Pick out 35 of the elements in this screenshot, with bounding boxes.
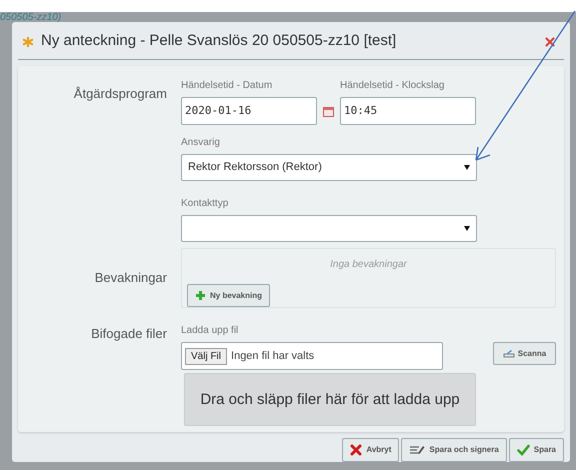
field-label: Kontakttyp: [181, 197, 230, 211]
pen-icon: [409, 444, 426, 456]
field-label: Ladda upp fil: [181, 324, 240, 338]
date-field[interactable]: 2020-01-16: [181, 97, 317, 125]
calendar-icon[interactable]: [323, 106, 334, 116]
file-input-field[interactable]: Välj Fil Ingen fil har valts: [181, 342, 443, 370]
field-label: Händelsetid - Klockslag: [340, 79, 446, 93]
drop-zone[interactable]: Dra och släpp filer här för att ladda upp: [184, 373, 476, 426]
dialog-title: Ny anteckning - Pelle Svanslös 20 050505-zz10 [test]: [41, 31, 396, 52]
checkmark-icon: [516, 444, 530, 456]
section-label: Bevakningar: [94, 269, 167, 288]
add-watch-button[interactable]: Ny bevakning: [187, 284, 270, 307]
background-text: 050505-zz10): [0, 12, 62, 24]
no-file-text: Ingen fil har valts: [231, 348, 314, 364]
footer-button[interactable]: Avbryt: [342, 438, 400, 462]
close-button[interactable]: [543, 34, 557, 48]
footer-button[interactable]: Spara: [508, 438, 564, 462]
snowflake-icon: [23, 36, 33, 46]
field-label: Händelsetid - Datum: [181, 79, 274, 93]
scan-button[interactable]: Scanna: [493, 342, 556, 365]
empty-message: Inga bevakningar: [330, 258, 407, 272]
scanner-icon: [502, 349, 515, 358]
close-icon: [350, 444, 362, 456]
field-label: Ansvarig: [181, 136, 221, 150]
choose-file-button[interactable]: Välj Fil: [185, 348, 228, 364]
section-label: Åtgärdsprogram: [72, 85, 167, 103]
footer-button[interactable]: Spara och signera: [401, 438, 507, 462]
plus-icon: [195, 290, 206, 301]
section-label: Bifogade filer: [90, 325, 167, 343]
close-icon: [545, 36, 555, 46]
time-field[interactable]: 10:45: [340, 97, 476, 125]
dropdown-caret-icon: [464, 226, 470, 231]
contact-type-dropdown[interactable]: [181, 215, 477, 242]
responsible-dropdown[interactable]: Rektor Rektorsson (Rektor): [181, 154, 477, 181]
dropdown-caret-icon: [464, 165, 470, 170]
